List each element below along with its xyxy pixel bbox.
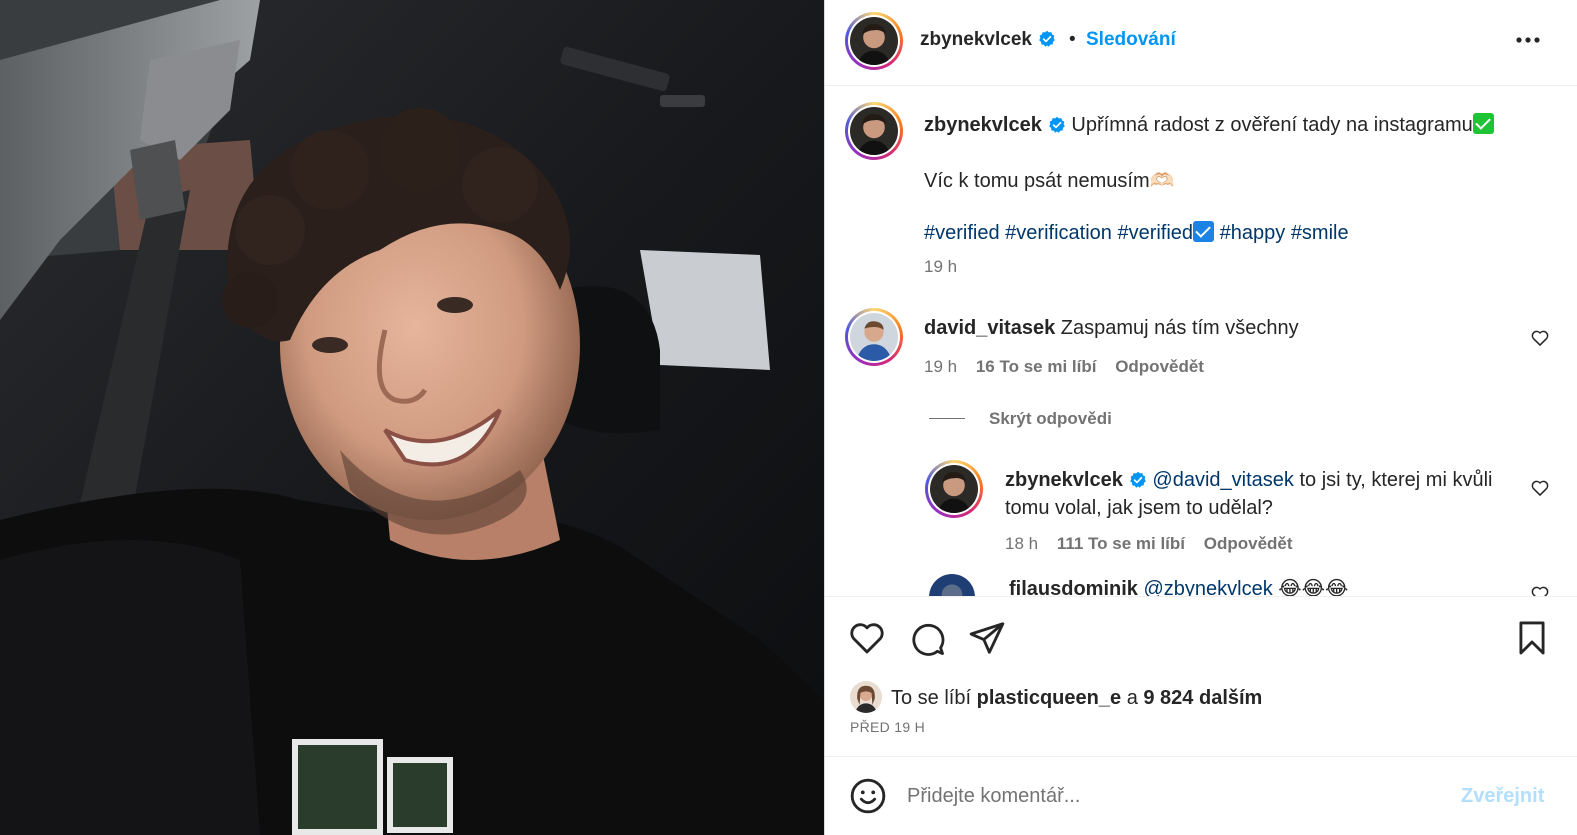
reply-timestamp: 18 h xyxy=(1005,534,1039,553)
liker-avatar[interactable] xyxy=(850,681,882,713)
reply-button[interactable]: Odpovědět xyxy=(1204,534,1293,553)
post-photo[interactable] xyxy=(0,0,824,835)
caption-text: zbynekvlcek Upřímná radost z ověření tad… xyxy=(924,112,1554,138)
comment-text: david_vitasek Zaspamuj nás tím všechny xyxy=(924,317,1299,340)
add-comment-bar: Zveřejnit xyxy=(825,756,1577,835)
reply-avatar[interactable] xyxy=(925,460,983,518)
avatar-image xyxy=(930,465,978,513)
replies-divider-line xyxy=(929,418,965,419)
share-paper-plane-icon[interactable] xyxy=(968,619,1006,657)
more-horizontal-icon[interactable] xyxy=(1513,28,1543,52)
reply-username[interactable]: zbynekvlcek xyxy=(1005,469,1123,491)
hashtag-link[interactable]: #happy xyxy=(1220,222,1286,244)
comment-like-heart-icon[interactable] xyxy=(1530,328,1550,348)
commenter-avatar[interactable] xyxy=(845,308,903,366)
caption-timestamp: 19 h xyxy=(924,257,958,276)
comment-meta: 19 h 16 To se mi líbí Odpovědět xyxy=(924,357,1218,377)
comment-timestamp: 19 h xyxy=(924,357,958,376)
hashtag-link[interactable]: #verified xyxy=(1117,222,1193,244)
verified-badge-icon xyxy=(1049,116,1065,133)
caption-message: Upřímná radost z ověření tady na instagr… xyxy=(1071,114,1473,136)
partial-comment-heart-icon[interactable] xyxy=(1530,584,1550,596)
reply-meta: 18 h 111 To se mi líbí Odpovědět xyxy=(1005,534,1307,554)
reply-likes-link[interactable]: 111 To se mi líbí xyxy=(1057,534,1185,553)
hashtag-link[interactable]: #verified xyxy=(924,222,1000,244)
following-button[interactable]: Sledování xyxy=(1086,29,1176,51)
author-avatar[interactable] xyxy=(845,12,903,70)
emoji-smiley-icon[interactable] xyxy=(849,777,887,815)
mention-link[interactable]: @david_vitasek xyxy=(1152,469,1293,491)
reply-like-heart-icon[interactable] xyxy=(1530,478,1550,498)
likes-conjunction: a xyxy=(1126,687,1138,709)
comment-likes-link[interactable]: 16 To se mi líbí xyxy=(976,357,1097,376)
save-bookmark-icon[interactable] xyxy=(1513,619,1551,657)
like-heart-icon[interactable] xyxy=(848,619,886,657)
reply-text: zbynekvlcek @david_vitasek to jsi ty, kt… xyxy=(1005,466,1525,522)
blue-check-emoji-icon xyxy=(1193,221,1215,242)
avatar-image xyxy=(850,107,898,155)
caption-line-2: Víc k tomu psát nemusím🫶🏻 xyxy=(924,170,1175,192)
laugh-emoji: 😂😂😂 xyxy=(1278,578,1349,596)
hashtag-link[interactable]: #smile xyxy=(1291,222,1349,244)
hashtag-link[interactable]: #verification xyxy=(1005,222,1112,244)
post-date: PŘED 19 H xyxy=(850,719,926,735)
likes-count-link[interactable]: 9 824 dalším xyxy=(1143,687,1262,709)
verified-badge-icon xyxy=(1130,471,1146,488)
liker-username[interactable]: plasticqueen_e xyxy=(977,687,1122,709)
post-actions: To se líbí plasticqueen_e a 9 824 dalším… xyxy=(825,596,1577,756)
separator-dot: • xyxy=(1069,29,1076,50)
hide-replies-button[interactable]: Skrýt odpovědi xyxy=(989,409,1112,429)
partial-comment-username[interactable]: filausdominik xyxy=(1009,578,1138,596)
caption-avatar[interactable] xyxy=(845,102,903,160)
avatar-image xyxy=(850,17,898,65)
mention-link[interactable]: @zbynekvlcek xyxy=(1143,578,1272,596)
author-username[interactable]: zbynekvlcek xyxy=(920,29,1056,51)
partial-commenter-avatar[interactable] xyxy=(929,574,975,596)
post-comment-button[interactable]: Zveřejnit xyxy=(1461,785,1544,808)
caption-hashtags: #verified #verification #verified #happy… xyxy=(924,221,1349,245)
likes-prefix: To se líbí xyxy=(891,687,972,709)
avatar-image xyxy=(850,313,898,361)
green-check-emoji-icon xyxy=(1472,113,1494,134)
comment-bubble-icon[interactable] xyxy=(908,619,946,657)
post-header: zbynekvlcek • Sledování xyxy=(825,0,1577,86)
post-detail-panel: zbynekvlcek • Sledování zbynekvlcek Upří… xyxy=(824,0,1577,835)
selfie-image xyxy=(0,0,824,835)
comments-section[interactable]: zbynekvlcek Upřímná radost z ověření tad… xyxy=(825,86,1577,596)
comment-username[interactable]: david_vitasek xyxy=(924,317,1055,339)
likes-summary: To se líbí plasticqueen_e a 9 824 dalším xyxy=(891,687,1262,710)
reply-button[interactable]: Odpovědět xyxy=(1115,357,1204,376)
caption-username[interactable]: zbynekvlcek xyxy=(924,114,1042,136)
comment-input[interactable] xyxy=(907,779,1437,813)
verified-badge-icon xyxy=(1039,30,1055,47)
comment-message: Zaspamuj nás tím všechny xyxy=(1060,317,1299,339)
partial-comment-text: filausdominik @zbynekvlcek 😂😂😂 xyxy=(1009,576,1348,596)
